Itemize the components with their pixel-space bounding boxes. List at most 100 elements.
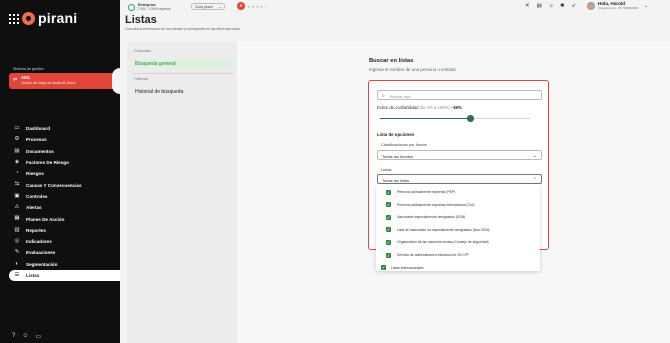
- mute-icon[interactable]: ✕: [525, 3, 530, 9]
- monitor-icon: ▭: [14, 125, 20, 131]
- user-icon[interactable]: ☺: [22, 333, 28, 340]
- apps-grid-icon[interactable]: [9, 14, 19, 24]
- sidebar-item-label: Riesgos: [26, 171, 44, 177]
- search-input[interactable]: ⌕ Buscar aquí: [377, 90, 542, 100]
- checkbox-checked-icon[interactable]: ✓: [386, 214, 391, 220]
- checkbox-checked-icon[interactable]: ✓: [386, 252, 391, 258]
- dropdown-option[interactable]: ✓ Listas internacionales: [376, 262, 540, 275]
- rocket-icon[interactable]: ➶: [572, 3, 577, 9]
- controls-icon: ▣: [14, 192, 20, 199]
- sidebar-top: pirani: [0, 0, 120, 58]
- segmentation-icon: ◐: [15, 260, 19, 267]
- sidebar-item-9[interactable]: ▥ Reportes: [0, 225, 120, 236]
- consultas-label: Consultas: [134, 49, 151, 53]
- sidebar-item-0[interactable]: ▭ Dashboard: [0, 123, 120, 134]
- header-actions: ✕ ▤ ♫ ✱ ➶: [525, 3, 576, 9]
- search-icon: ⌕: [382, 92, 385, 99]
- chevron-up-icon: ⌃: [532, 176, 537, 183]
- help-icon[interactable]: ?: [12, 333, 15, 340]
- search-placeholder: Buscar aquí: [390, 93, 412, 99]
- sidebar-item-label: Controles: [26, 193, 48, 199]
- active-system-card[interactable]: ⇄ AML Gestión del riesgo de lavado de di…: [9, 73, 120, 89]
- evaluation-icon: ✎: [14, 249, 20, 256]
- rating[interactable]: 5 ★★★★☆: [237, 2, 268, 10]
- active-system-title: AML: [21, 75, 31, 80]
- source-select[interactable]: Todas las fuentes ⌄: [377, 150, 542, 160]
- page-title: Listas: [125, 14, 157, 26]
- subnav-general-search[interactable]: Búsqueda general: [133, 59, 233, 68]
- sidebar-item-8[interactable]: ▦ Planes De Acción: [0, 213, 120, 224]
- sidebar-item-label: Evaluaciones: [26, 250, 56, 256]
- sidebar-item-label: Dashboard: [26, 126, 50, 132]
- org-selector[interactable]: Enterprise 1.000 - 10000 registros: [128, 3, 171, 11]
- sidebar-item-label: Documentos: [26, 148, 54, 154]
- dropdown-option-label: Persona políticamente expuesta (PEP): [397, 190, 456, 194]
- checkbox-checked-icon[interactable]: ✓: [386, 202, 391, 208]
- checkbox-checked-icon[interactable]: ✓: [381, 265, 386, 271]
- sidebar-item-5[interactable]: ⇆ Causas Y Consecuencias: [0, 179, 120, 190]
- dropdown-option[interactable]: ✓ Persona políticamente expuesta internac…: [376, 199, 540, 212]
- dropdown-option[interactable]: ✓ Nacionales especialmente designados (SD…: [376, 211, 540, 224]
- slider-fill: [380, 118, 470, 120]
- list-icon: ☰: [14, 271, 20, 278]
- sidebar: pirani Sistema de gestión ⇄ AML Gestión …: [0, 0, 120, 343]
- sidebar-item-label: Planes De Acción: [26, 216, 65, 222]
- lists-value: Todas las listas: [382, 178, 410, 183]
- report-icon: ▥: [14, 226, 20, 233]
- sidebar-item-2[interactable]: ▤ Documentos: [0, 146, 120, 157]
- lists-select[interactable]: Todas las listas ⌃: [377, 174, 542, 184]
- logo-mark-icon: [22, 11, 35, 25]
- alert-icon: ⚠: [14, 204, 20, 211]
- confidence-value: - 60%: [450, 105, 462, 110]
- user-sub: Organización · ID: 000000000: [598, 6, 639, 10]
- top-header: Enterprise 1.000 - 10000 registros Guía …: [120, 0, 670, 34]
- chevron-down-icon: ⌄: [218, 4, 222, 9]
- sidebar-item-label: Segmentación: [26, 261, 58, 267]
- sidebar-item-label: Causas Y Consecuencias: [26, 182, 82, 188]
- sidebar-item-6[interactable]: ▣ Controles: [0, 191, 120, 202]
- sidebar-footer: ? ☺ ▭: [12, 333, 41, 340]
- guide-select[interactable]: Guía pirani ⌄: [191, 3, 225, 10]
- confidence-slider[interactable]: [380, 115, 530, 122]
- bell-icon[interactable]: ♫: [549, 3, 553, 9]
- guide-label: Guía pirani: [195, 5, 213, 9]
- gear-icon[interactable]: ✱: [560, 3, 565, 9]
- subnav-search-history[interactable]: Historial de búsqueda: [133, 87, 233, 96]
- sidebar-item-13[interactable]: ☰ Listas: [9, 269, 120, 282]
- management-system-label: Sistema de gestión: [13, 67, 44, 71]
- sidebar-active-cap: [112, 68, 120, 94]
- avatar: [587, 1, 595, 10]
- sidebar-item-label: Procesos: [26, 137, 47, 143]
- user-menu[interactable]: Hola, Harold Organización · ID: 00000000…: [587, 1, 648, 10]
- document-icon[interactable]: ▤: [537, 3, 542, 9]
- sidebar-nav: ▭ Dashboard ⚙ Procesos ▤ Documentos ◈ Factores …: [0, 123, 120, 282]
- confidence-label: Índice de confiabilidad (de 1% a 100%) -…: [377, 105, 462, 110]
- dropdown-option[interactable]: ✓ Organización de las naciones unidas (Co…: [376, 236, 540, 249]
- sidebar-item-label: Listas: [26, 273, 40, 278]
- source-value: Todas las fuentes: [382, 154, 414, 159]
- lists-subpanel: Consultas Búsqueda general Historial His…: [127, 42, 237, 343]
- logo-text: pirani: [38, 10, 78, 26]
- dropdown-option-label: Organización de las naciones unidas (Con…: [397, 240, 489, 245]
- sidebar-item-3[interactable]: ◈ Factores De Riesgo: [0, 157, 120, 168]
- dropdown-option-label: Servicio de administración tributaria Ar…: [397, 253, 469, 257]
- sidebar-item-11[interactable]: ✎ Evaluaciones: [0, 247, 120, 258]
- sidebar-item-1[interactable]: ⚙ Procesos: [0, 134, 120, 145]
- sidebar-item-7[interactable]: ⚠ Alertas: [0, 202, 120, 213]
- checkbox-checked-icon[interactable]: ✓: [386, 227, 391, 233]
- sidebar-item-12[interactable]: ◐ Segmentación: [0, 259, 120, 270]
- search-subtitle: Ingresa el nombre de una persona o entid…: [369, 67, 456, 72]
- checkbox-checked-icon[interactable]: ✓: [386, 189, 391, 195]
- indicator-icon: ◎: [14, 237, 20, 244]
- sidebar-item-10[interactable]: ◎ Indicadores: [0, 236, 120, 247]
- checkbox-checked-icon[interactable]: ✓: [386, 239, 391, 245]
- dropdown-option-label: Nacionales especialmente designados (SDN…: [397, 215, 466, 220]
- lists-dropdown: ✓ Persona políticamente expuesta (PEP) ✓ Pe…: [376, 184, 540, 271]
- dropdown-option[interactable]: ✓ Servicio de administración tributaria A…: [376, 249, 540, 262]
- logo[interactable]: pirani: [22, 10, 77, 26]
- slider-thumb[interactable]: [467, 115, 474, 122]
- dropdown-option[interactable]: ✓ Persona políticamente expuesta (PEP): [376, 186, 540, 199]
- sidebar-item-4[interactable]: ◔ Riesgos: [0, 168, 120, 179]
- dropdown-option[interactable]: ✓ Lista de nacionales no especialmente de…: [376, 224, 540, 237]
- card-icon[interactable]: ▭: [35, 333, 41, 340]
